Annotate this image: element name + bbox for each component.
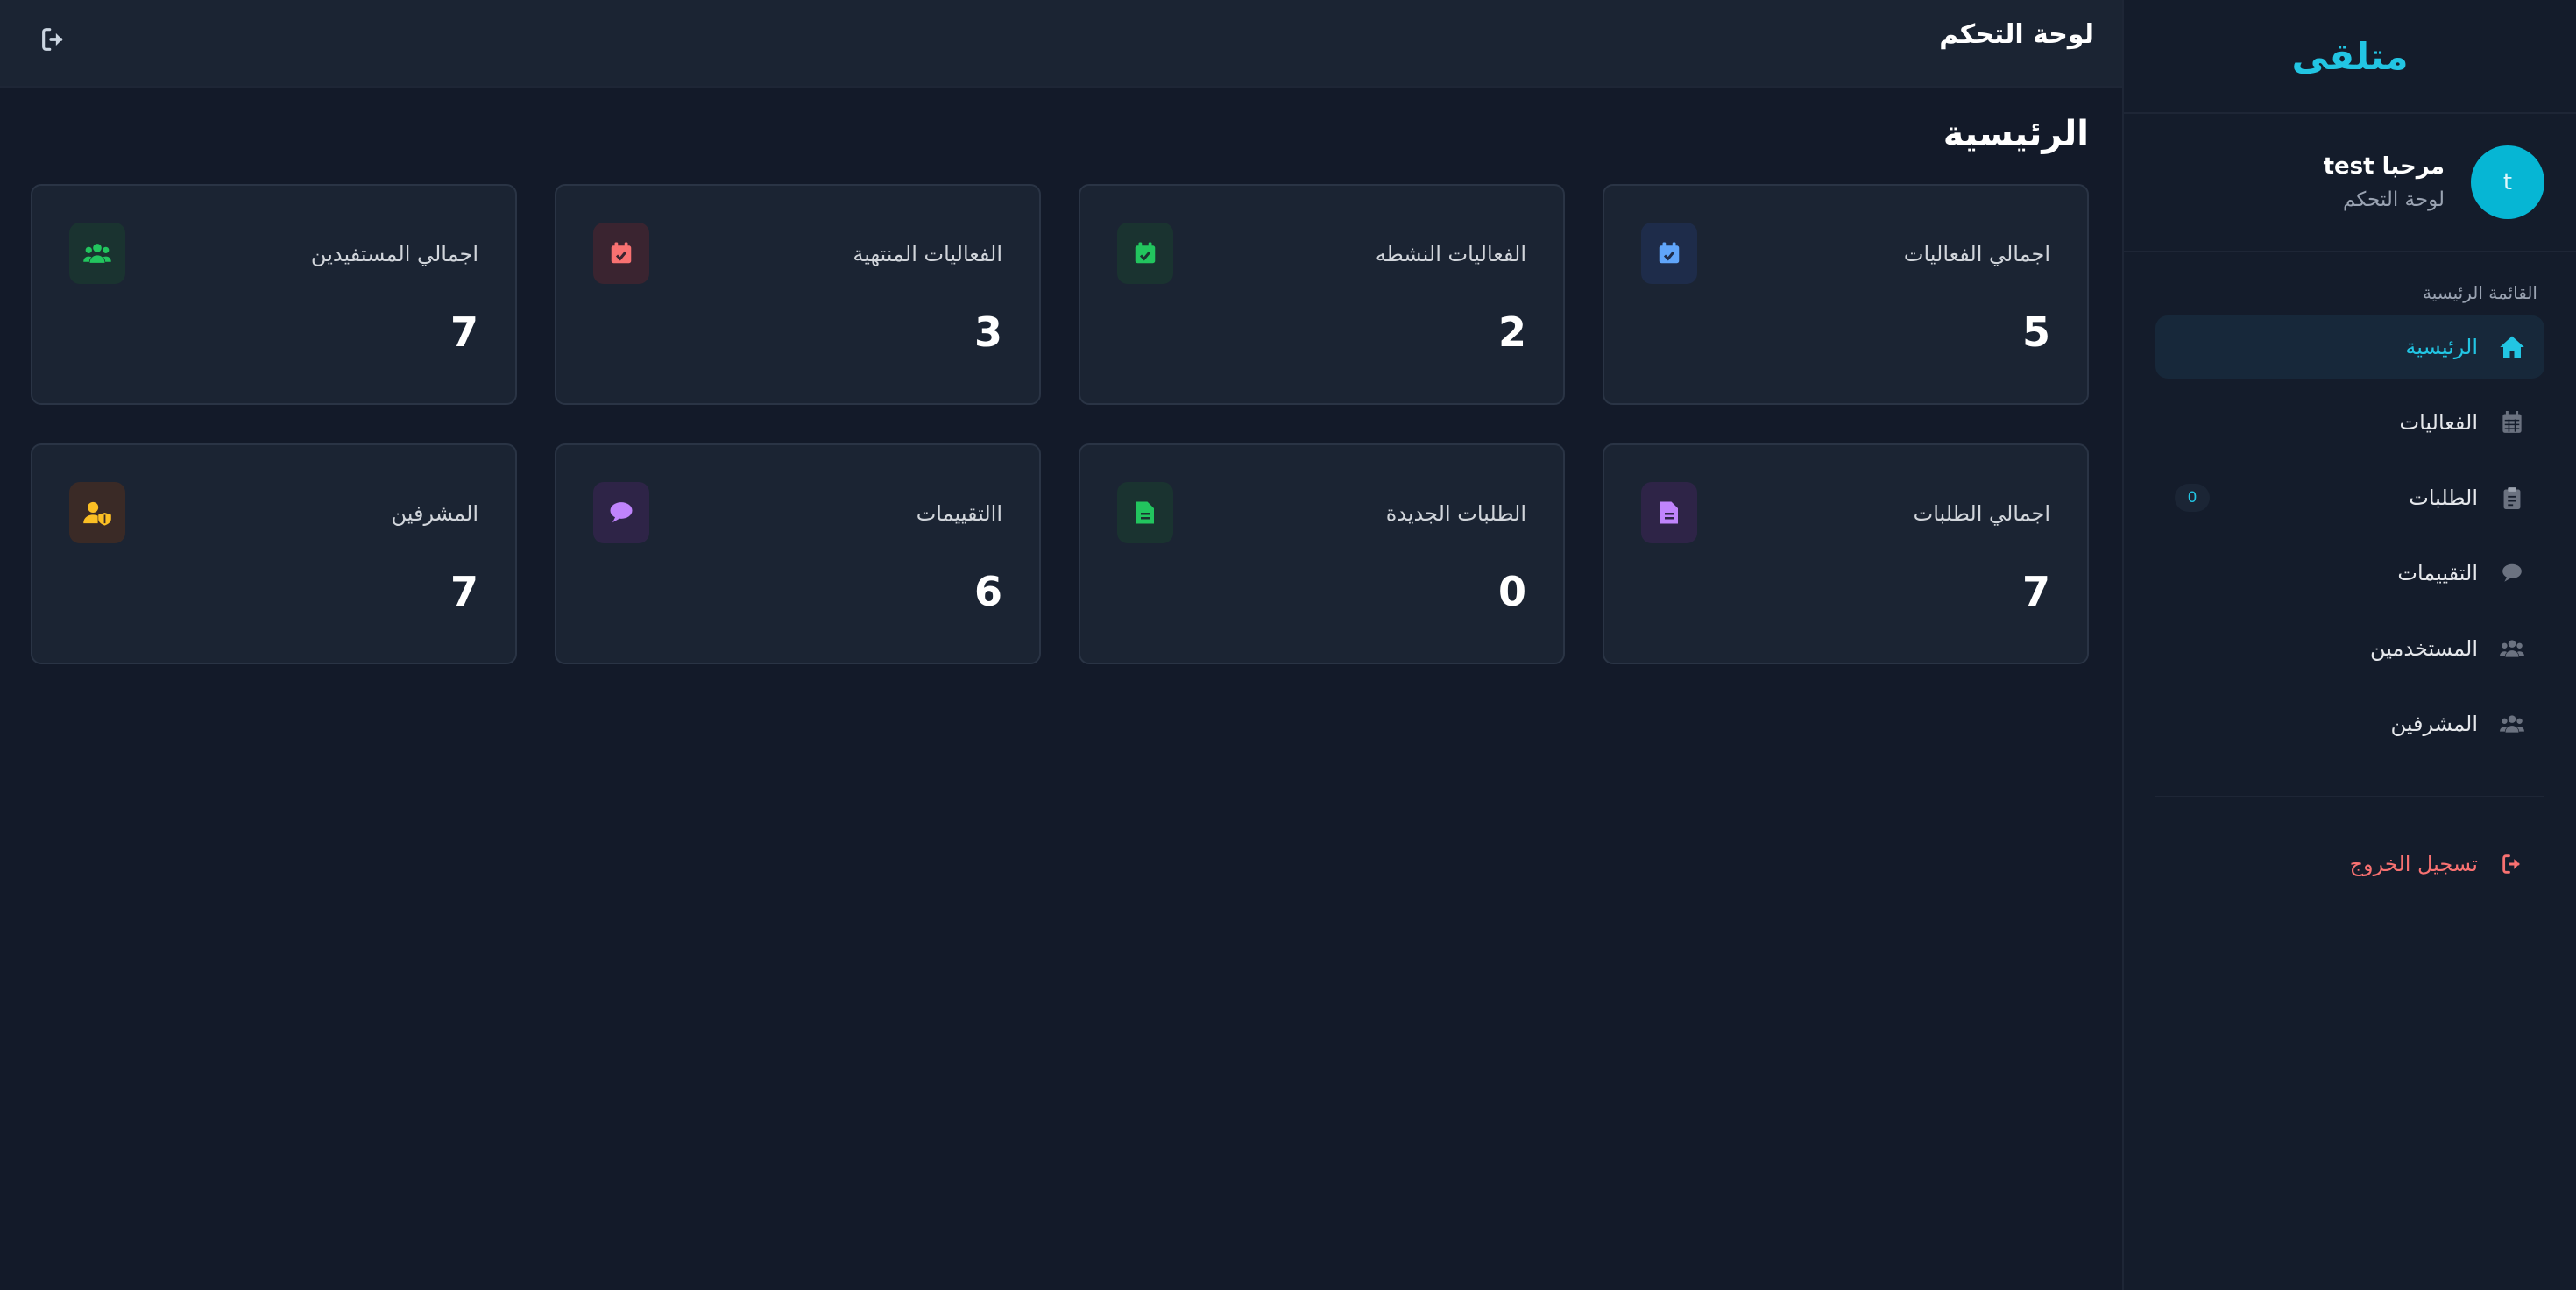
sidebar: متلقى t مرحبا test لوحة التحكم القائمة ا…: [2122, 0, 2576, 1290]
file-icon: [1117, 482, 1173, 543]
users-icon: [69, 223, 125, 284]
home-icon: [2499, 334, 2525, 360]
profile-subtitle: لوحة التحكم: [2343, 188, 2445, 211]
stat-card-total-events: اجمالي الفعاليات 5: [1603, 184, 2089, 405]
calendar-icon: [2499, 409, 2525, 436]
requests-count-badge: 0: [2175, 484, 2210, 512]
sidebar-item-users[interactable]: المستخدمين: [2155, 617, 2544, 680]
card-value: 7: [449, 568, 478, 615]
sidebar-item-ratings[interactable]: التقييمات: [2155, 542, 2544, 605]
comment-icon: [2499, 560, 2525, 586]
comment-icon: [593, 482, 649, 543]
sidebar-item-supervisors[interactable]: المشرفين: [2155, 692, 2544, 755]
card-value: 6: [973, 568, 1002, 615]
card-label: االتقييمات: [916, 501, 1002, 526]
user-shield-icon: [69, 482, 125, 543]
users-icon: [2499, 711, 2525, 737]
sidebar-item-requests[interactable]: الطلبات 0: [2155, 466, 2544, 529]
page-title: الرئيسية: [1943, 114, 2089, 154]
profile-text: مرحبا test لوحة التحكم: [2324, 153, 2445, 211]
stat-card-new-requests: الطلبات الجديدة 0: [1079, 443, 1565, 664]
stat-card-total-requests: اجمالي الطلبات 7: [1603, 443, 2089, 664]
card-label: الطلبات الجديدة: [1385, 501, 1526, 526]
sidebar-nav: الرئيسية الفعاليات الطلبات 0 التقييمات ا…: [2124, 315, 2576, 755]
stat-card-ratings: االتقييمات 6: [555, 443, 1041, 664]
card-value: 3: [973, 308, 1002, 356]
menu-title: القائمة الرئيسية: [2423, 282, 2537, 303]
sidebar-item-label: المستخدمين: [2370, 636, 2478, 661]
clipboard-icon: [2499, 485, 2525, 511]
sidebar-item-label: المشرفين: [2390, 712, 2479, 736]
card-label: الفعاليات المنتهية: [853, 242, 1002, 266]
file-icon: [1641, 482, 1697, 543]
stat-card-supervisors: المشرفين 7: [31, 443, 517, 664]
card-value: 0: [1497, 568, 1526, 615]
stat-card-active-events: الفعاليات النشطه 2: [1079, 184, 1565, 405]
topbar: لوحة التحكم: [0, 0, 2122, 88]
card-value: 5: [2021, 308, 2050, 356]
sidebar-footer: تسجيل الخروج: [2124, 833, 2576, 896]
logout-button[interactable]: تسجيل الخروج: [2155, 833, 2544, 896]
card-label: اجمالي المستفيدين: [310, 242, 478, 266]
topbar-title: لوحة التحكم: [1939, 19, 2094, 50]
stat-card-total-beneficiaries: اجمالي المستفيدين 7: [31, 184, 517, 405]
user-profile: t مرحبا test لوحة التحكم: [2124, 114, 2576, 252]
sidebar-item-home[interactable]: الرئيسية: [2155, 315, 2544, 379]
sidebar-item-label: الرئيسية: [2405, 335, 2478, 359]
calendar-check-icon: [1117, 223, 1173, 284]
sign-out-icon[interactable]: [39, 25, 68, 54]
sidebar-item-label: الفعاليات: [2399, 410, 2478, 435]
card-label: الفعاليات النشطه: [1375, 242, 1526, 266]
sidebar-item-label: الطلبات: [2409, 486, 2478, 510]
card-label: اجمالي الطلبات: [1913, 501, 2050, 526]
calendar-check-icon: [1641, 223, 1697, 284]
card-value: 7: [2021, 568, 2050, 615]
brand: متلقى: [2124, 0, 2576, 114]
card-label: اجمالي الفعاليات: [1903, 242, 2050, 266]
card-value: 7: [449, 308, 478, 356]
avatar[interactable]: t: [2471, 145, 2544, 219]
brand-logo[interactable]: متلقى: [2291, 35, 2408, 78]
sign-out-icon: [2499, 851, 2525, 877]
sidebar-divider: [2155, 796, 2544, 797]
sidebar-item-events[interactable]: الفعاليات: [2155, 391, 2544, 454]
stat-card-ended-events: الفعاليات المنتهية 3: [555, 184, 1041, 405]
card-label: المشرفين: [391, 501, 479, 526]
card-value: 2: [1497, 308, 1526, 356]
users-icon: [2499, 635, 2525, 662]
logout-label: تسجيل الخروج: [2349, 852, 2478, 876]
profile-greeting: مرحبا test: [2323, 153, 2445, 180]
app-root: لوحة التحكم الرئيسية اجمالي الفعاليات 5 …: [0, 0, 2576, 1290]
calendar-check-icon: [593, 223, 649, 284]
sidebar-item-label: التقييمات: [2397, 561, 2478, 585]
